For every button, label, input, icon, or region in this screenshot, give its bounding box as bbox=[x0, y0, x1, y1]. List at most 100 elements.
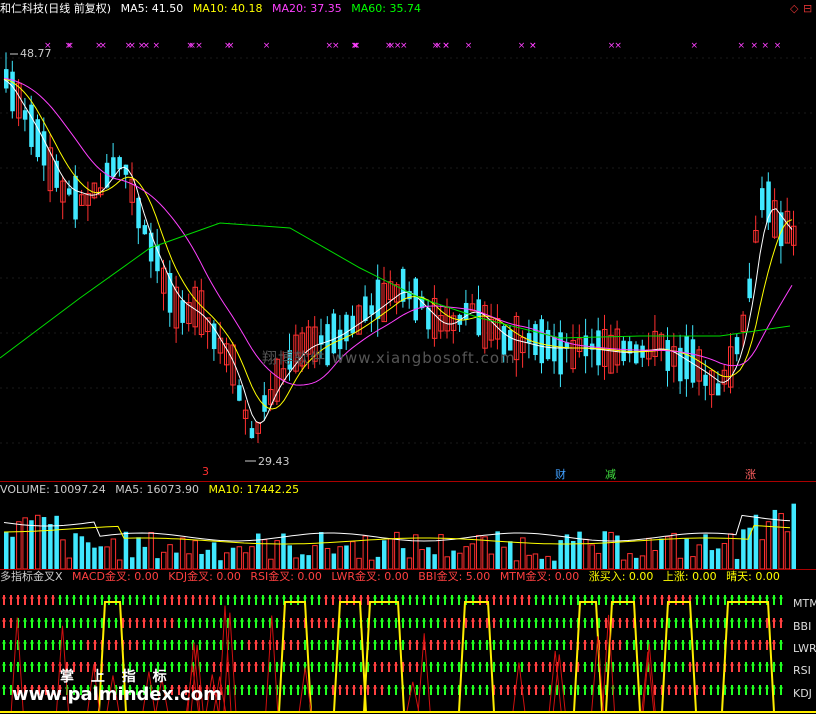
candle-body bbox=[760, 188, 765, 211]
cross-marker: × bbox=[762, 41, 770, 51]
volume-bar bbox=[350, 541, 356, 569]
volume-bar bbox=[387, 538, 394, 569]
window-icon[interactable]: ⊟ bbox=[803, 2, 812, 15]
volume-bar bbox=[218, 560, 223, 569]
volume-bar bbox=[406, 557, 413, 569]
kdj-cross: KDJ金叉: 0.00 bbox=[168, 570, 241, 583]
ma5-label: MA5: 41.50 bbox=[120, 2, 184, 15]
volume-bar bbox=[501, 546, 507, 569]
event-marker-rise[interactable]: 涨 bbox=[745, 466, 756, 482]
volume-bar bbox=[123, 531, 129, 569]
volume-bar bbox=[426, 547, 431, 569]
candle-body bbox=[10, 71, 15, 112]
volume-bar bbox=[10, 536, 15, 569]
volume-ma5: MA5: 16073.90 bbox=[115, 483, 199, 496]
yellow-signal bbox=[363, 601, 405, 713]
rsi-cross: RSI金叉: 0.00 bbox=[250, 570, 322, 583]
candle-body bbox=[211, 323, 217, 350]
volume-bar bbox=[199, 553, 204, 569]
event-marker-finance[interactable]: 财 bbox=[555, 466, 566, 482]
volume-bar bbox=[242, 552, 249, 569]
volume-bar bbox=[715, 548, 721, 569]
price-legend: 和仁科技(日线 前复权) MA5: 41.50 MA10: 40.18 MA20… bbox=[0, 2, 427, 16]
sunny-signal: 晴天: 0.00 bbox=[726, 570, 780, 583]
volume-bar bbox=[382, 540, 387, 569]
volume-bar bbox=[356, 557, 362, 569]
volume-bar bbox=[438, 534, 444, 569]
event-marker-3[interactable]: 3 bbox=[202, 465, 209, 478]
candle-body bbox=[558, 332, 563, 375]
volume-bar bbox=[741, 529, 746, 569]
cross-marker: × bbox=[385, 41, 393, 51]
volume-bar bbox=[324, 547, 331, 569]
candle-body bbox=[426, 307, 431, 330]
rise-signal: 上涨: 0.00 bbox=[662, 570, 717, 583]
volume-bar bbox=[639, 555, 646, 569]
volume-bar bbox=[174, 552, 179, 569]
volume-bar bbox=[696, 544, 702, 569]
volume-bar bbox=[665, 536, 671, 569]
volume-chart[interactable] bbox=[0, 497, 816, 569]
volume-bar bbox=[747, 527, 752, 569]
volume-bar bbox=[690, 556, 696, 569]
high-price-label: 48.77 bbox=[20, 47, 52, 60]
cross-marker: × bbox=[353, 41, 361, 51]
volume-bar bbox=[337, 546, 343, 569]
cross-marker: × bbox=[442, 41, 450, 51]
price-chart[interactable]: × ×× × × ×× ×××× ××× ×× ×× ×××× × ×× × ×× × × ××× ××× ××× × bbox=[0, 18, 816, 480]
yellow-signal bbox=[278, 601, 312, 713]
volume-bar bbox=[4, 532, 9, 569]
volume-bar bbox=[759, 539, 765, 569]
volume-bar bbox=[602, 531, 607, 569]
volume-bar bbox=[167, 544, 173, 569]
volume-bar bbox=[457, 552, 463, 569]
candle-body bbox=[552, 336, 557, 362]
cross-marker: × bbox=[263, 41, 271, 51]
volume-bar bbox=[595, 552, 602, 569]
volume-bar bbox=[488, 553, 495, 569]
volume-bar bbox=[646, 537, 652, 569]
diamond-icon[interactable]: ◇ bbox=[790, 2, 798, 15]
volume-bar bbox=[721, 543, 728, 569]
volume-bar bbox=[249, 546, 255, 569]
volume-bar bbox=[375, 556, 381, 569]
volume-bar bbox=[753, 514, 759, 569]
volume-bar bbox=[419, 549, 425, 569]
yellow-signal bbox=[573, 601, 603, 713]
cross-marker: × bbox=[186, 41, 194, 51]
cross-marker: × bbox=[138, 41, 146, 51]
volume-bar bbox=[469, 543, 476, 569]
volume-bar bbox=[35, 514, 41, 569]
volume-bar bbox=[224, 552, 230, 569]
volume-bar bbox=[728, 533, 734, 569]
candle-body bbox=[747, 278, 752, 299]
volume-bar bbox=[652, 549, 658, 569]
cross-marker: × bbox=[432, 41, 440, 51]
volume-bar bbox=[451, 550, 456, 569]
candle-body bbox=[715, 383, 721, 396]
volume-bar bbox=[98, 546, 103, 569]
volume-value: VOLUME: 10097.24 bbox=[0, 483, 106, 496]
cross-marker: × bbox=[518, 41, 526, 51]
candle-body bbox=[375, 279, 381, 319]
event-marker-reduce[interactable]: 减 bbox=[605, 466, 616, 482]
candle-body bbox=[350, 315, 355, 334]
volume-bar bbox=[400, 548, 406, 569]
low-price-label: 29.43 bbox=[258, 455, 290, 468]
volume-bar bbox=[79, 536, 85, 569]
ma60-label: MA60: 35.74 bbox=[351, 2, 421, 15]
candle-body bbox=[117, 157, 122, 170]
volume-bar bbox=[620, 559, 627, 569]
volume-bar bbox=[444, 556, 450, 569]
volume-bar bbox=[778, 513, 784, 569]
volume-bar bbox=[155, 558, 160, 569]
volume-bar bbox=[703, 534, 708, 569]
volume-bar bbox=[29, 520, 34, 569]
volume-bar bbox=[564, 534, 570, 569]
ma10-label: MA10: 40.18 bbox=[192, 2, 263, 15]
volume-bar bbox=[142, 546, 148, 569]
bbi-cross: BBI金叉: 5.00 bbox=[418, 570, 491, 583]
row-label-rsi: RSI bbox=[793, 664, 811, 677]
volume-bar bbox=[526, 554, 532, 569]
volume-bar bbox=[684, 538, 689, 569]
